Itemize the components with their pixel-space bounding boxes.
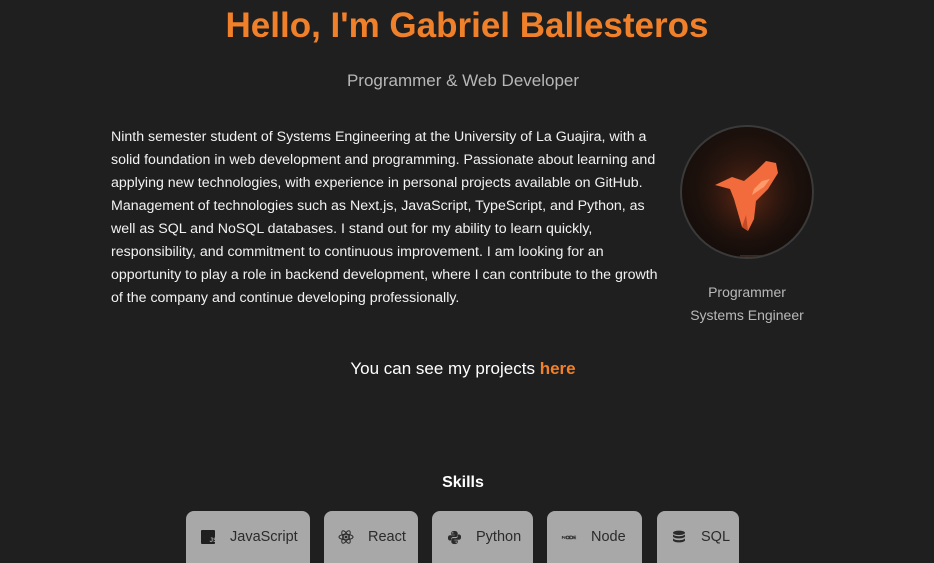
avatar bbox=[680, 125, 814, 259]
skill-chip-sql[interactable]: SQL bbox=[657, 511, 739, 563]
database-icon bbox=[671, 529, 687, 545]
page-title: Hello, I'm Gabriel Ballesteros bbox=[225, 6, 709, 45]
skill-chip-node[interactable]: Node bbox=[547, 511, 642, 563]
profile-caption: Programmer Systems Engineer bbox=[672, 281, 822, 327]
skills-heading: Skills bbox=[442, 474, 484, 491]
skill-label: React bbox=[368, 529, 406, 545]
skill-label: Node bbox=[591, 529, 626, 545]
skill-label: JavaScript bbox=[230, 529, 298, 545]
nodejs-icon bbox=[561, 529, 577, 545]
projects-callout: You can see my projects here bbox=[0, 358, 926, 380]
profile-degree: Systems Engineer bbox=[690, 307, 804, 323]
eagle-logo-icon bbox=[692, 142, 802, 257]
svg-text:JS: JS bbox=[210, 537, 216, 544]
bio-paragraph: Ninth semester student of Systems Engine… bbox=[111, 129, 658, 306]
projects-text: You can see my projects bbox=[350, 359, 540, 378]
python-icon bbox=[446, 529, 462, 545]
portfolio-page: Hello, I'm Gabriel Ballesteros Programme… bbox=[0, 0, 934, 563]
skill-chip-react[interactable]: React bbox=[324, 511, 418, 563]
skill-chip-javascript[interactable]: JS JavaScript bbox=[186, 511, 310, 563]
page-subtitle: Programmer & Web Developer bbox=[346, 71, 580, 90]
javascript-icon: JS bbox=[200, 529, 216, 545]
profile-role: Programmer bbox=[708, 284, 786, 300]
projects-link[interactable]: here bbox=[540, 359, 576, 378]
skill-label: Python bbox=[476, 529, 522, 545]
profile-card: Programmer Systems Engineer bbox=[672, 125, 822, 327]
skill-label: SQL bbox=[701, 529, 731, 545]
skill-chip-python[interactable]: Python bbox=[432, 511, 533, 563]
react-icon bbox=[338, 529, 354, 545]
